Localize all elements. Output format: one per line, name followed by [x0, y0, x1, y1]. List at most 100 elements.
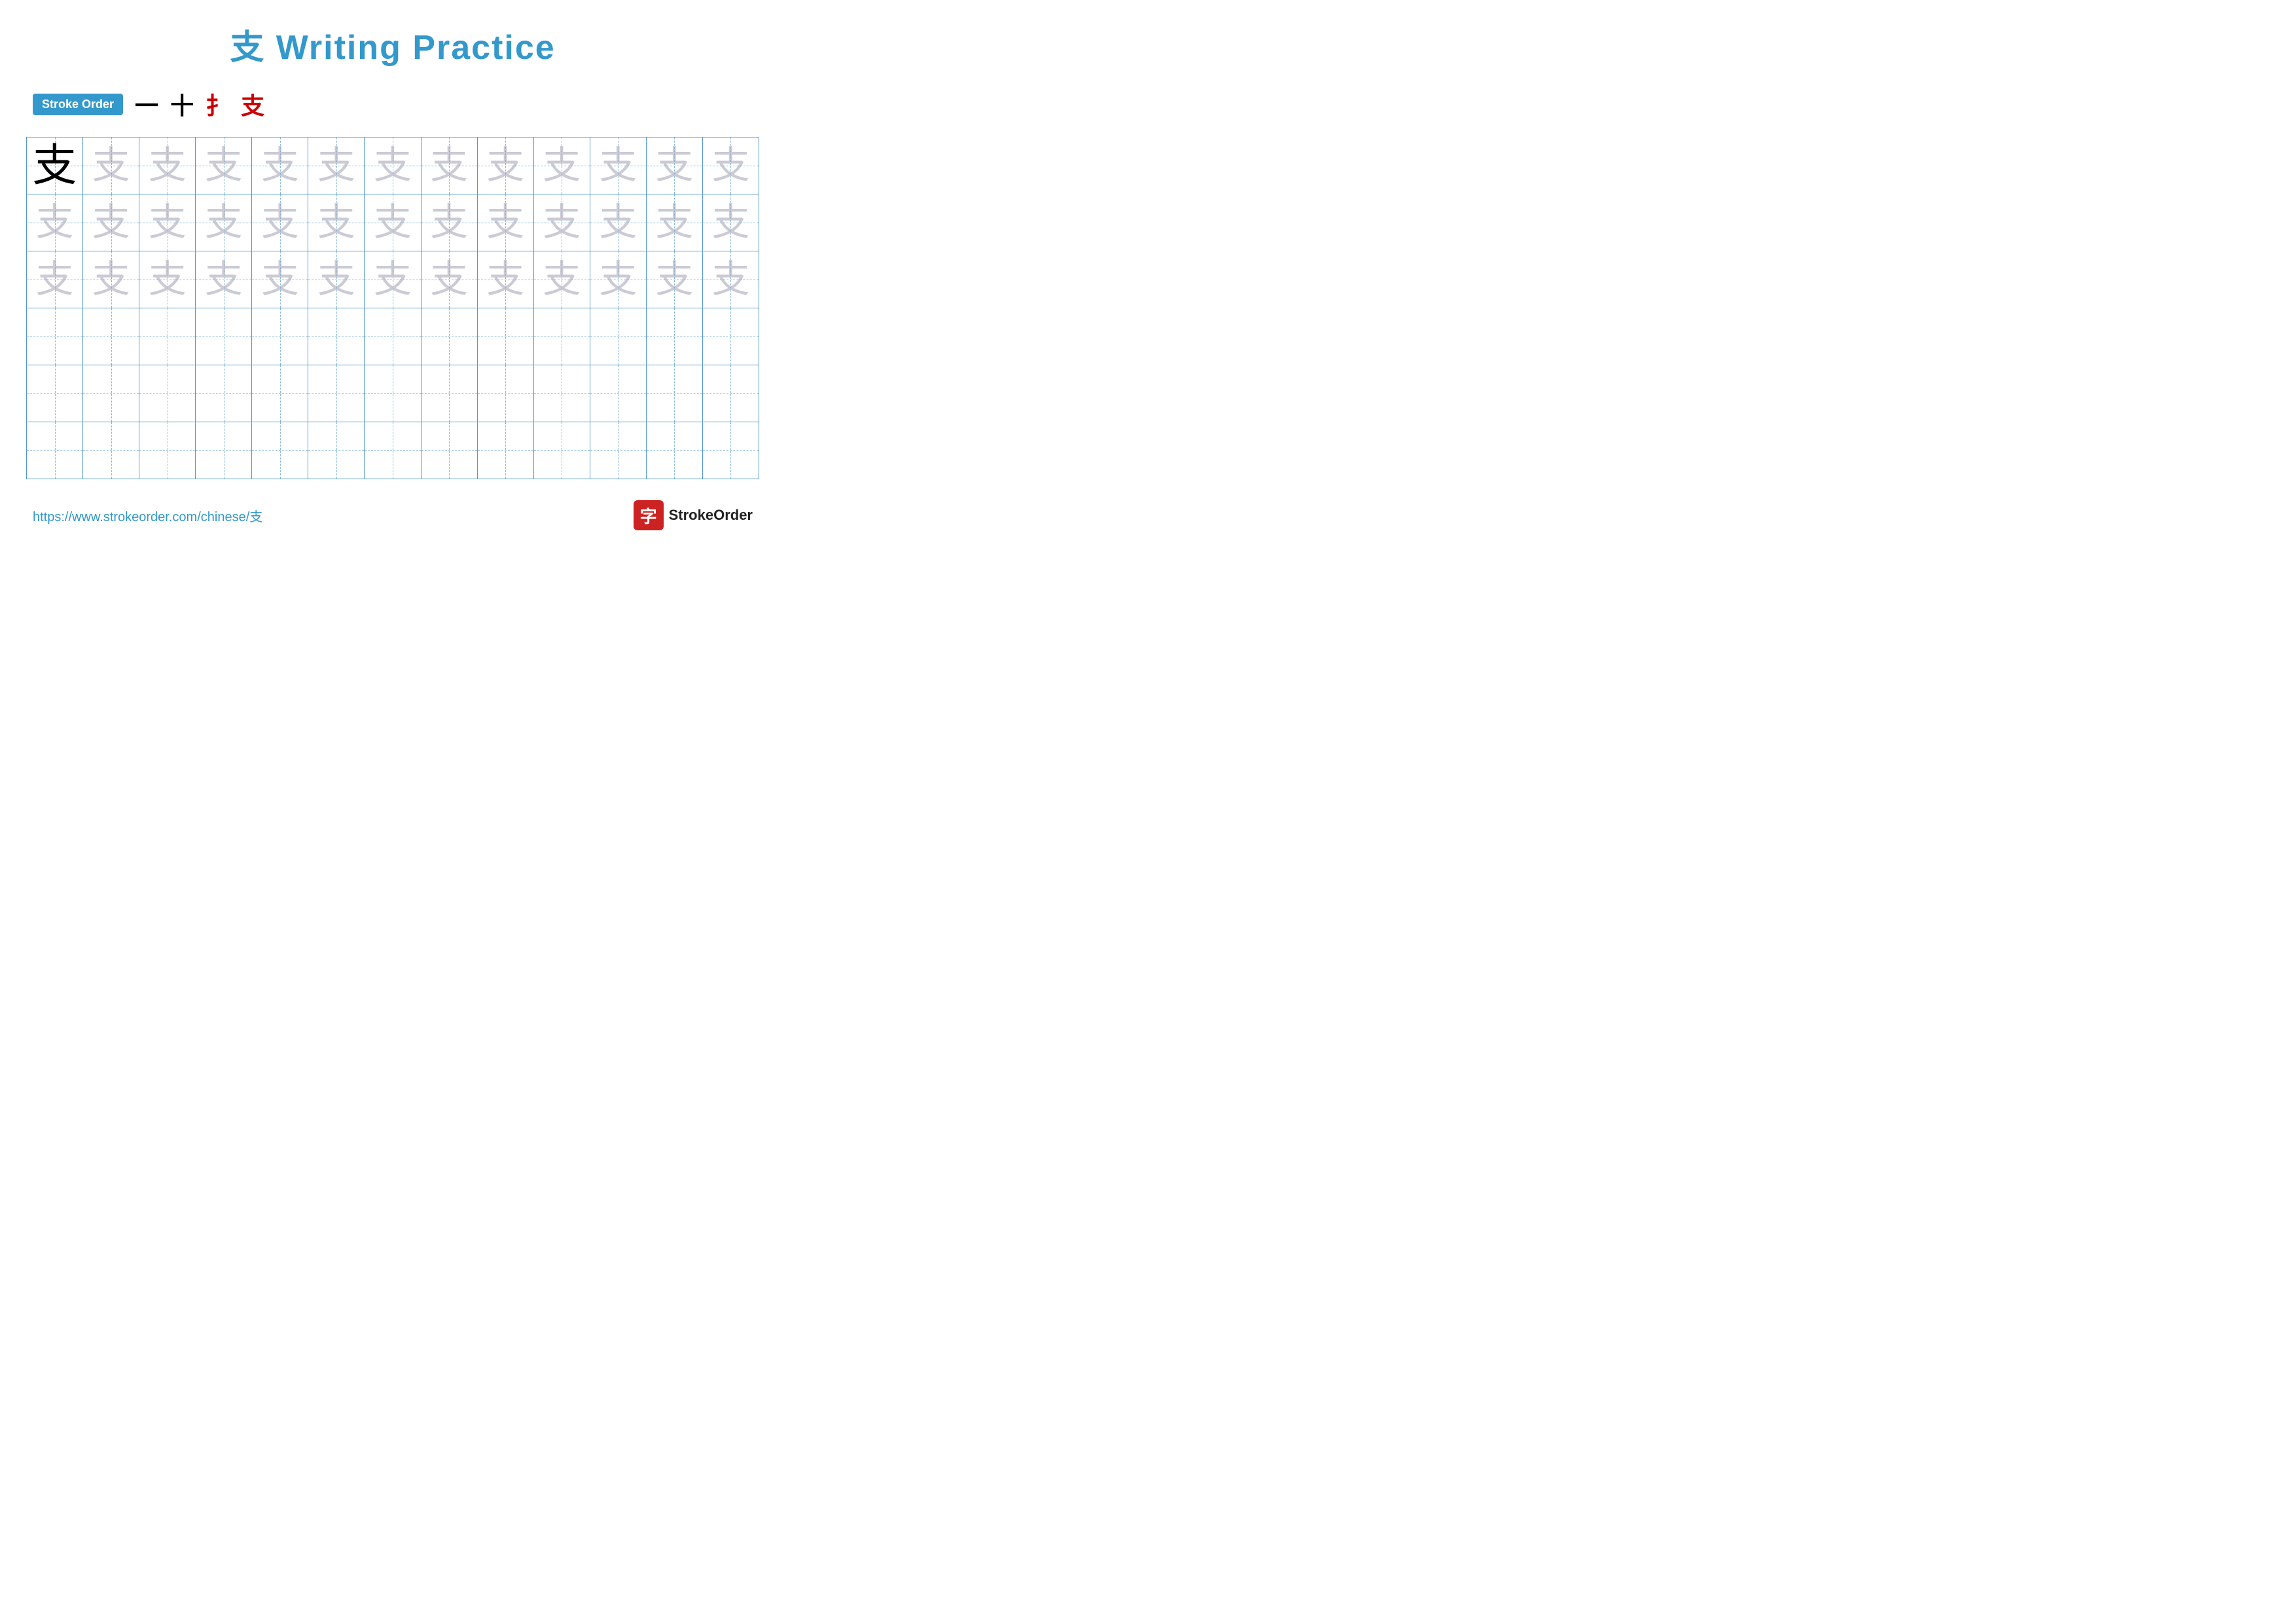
stroke-step-2: 十: [170, 87, 194, 121]
grid-cell-6-1[interactable]: [27, 422, 83, 479]
character-model: 支: [33, 143, 77, 188]
stroke-order-row: Stroke Order 一 十 扌 支: [26, 87, 759, 121]
grid-cell-4-5[interactable]: [252, 308, 308, 365]
character-faint: 支: [430, 204, 468, 242]
footer-url[interactable]: https://www.strokeorder.com/chinese/支: [33, 506, 262, 525]
grid-cell-5-7[interactable]: [365, 365, 421, 422]
grid-cell-5-1[interactable]: [27, 365, 83, 422]
grid-cell-4-4[interactable]: [196, 308, 252, 365]
character-faint: 支: [430, 147, 468, 185]
character-faint: 支: [486, 204, 524, 242]
character-faint: 支: [543, 261, 581, 299]
grid-cell-4-10[interactable]: [534, 308, 590, 365]
grid-cell-1-10: 支: [534, 137, 590, 194]
grid-cell-6-11[interactable]: [590, 422, 647, 479]
stroke-step-3: 扌: [206, 87, 229, 121]
grid-cell-3-3: 支: [139, 251, 196, 308]
character-faint: 支: [92, 147, 130, 185]
character-faint: 支: [261, 147, 299, 185]
grid-cell-2-11: 支: [590, 194, 647, 251]
character-faint: 支: [374, 147, 412, 185]
grid-cell-4-3[interactable]: [139, 308, 196, 365]
grid-cell-3-2: 支: [83, 251, 139, 308]
grid-cell-5-5[interactable]: [252, 365, 308, 422]
stroke-order-badge: Stroke Order: [33, 94, 123, 115]
grid-cell-5-4[interactable]: [196, 365, 252, 422]
character-faint: 支: [599, 204, 637, 242]
grid-cell-1-12: 支: [647, 137, 703, 194]
grid-cell-6-10[interactable]: [534, 422, 590, 479]
stroke-step-4: 支: [241, 87, 264, 121]
grid-cell-5-10[interactable]: [534, 365, 590, 422]
grid-cell-4-6[interactable]: [308, 308, 365, 365]
grid-cell-6-6[interactable]: [308, 422, 365, 479]
grid-cell-4-13[interactable]: [703, 308, 759, 365]
grid-cell-1-7: 支: [365, 137, 421, 194]
character-faint: 支: [430, 261, 468, 299]
character-faint: 支: [711, 204, 749, 242]
brand-icon: 字: [634, 500, 664, 530]
grid-cell-5-12[interactable]: [647, 365, 703, 422]
grid-cell-5-2[interactable]: [83, 365, 139, 422]
stroke-step-1: 一: [135, 87, 158, 121]
grid-cell-4-1[interactable]: [27, 308, 83, 365]
grid-cell-4-7[interactable]: [365, 308, 421, 365]
character-faint: 支: [655, 261, 693, 299]
grid-cell-6-12[interactable]: [647, 422, 703, 479]
character-faint: 支: [36, 204, 74, 242]
grid-cell-2-10: 支: [534, 194, 590, 251]
character-faint: 支: [261, 261, 299, 299]
character-faint: 支: [599, 147, 637, 185]
grid-cell-2-5: 支: [252, 194, 308, 251]
grid-cell-6-13[interactable]: [703, 422, 759, 479]
character-faint: 支: [655, 147, 693, 185]
grid-cell-2-8: 支: [422, 194, 478, 251]
grid-cell-6-7[interactable]: [365, 422, 421, 479]
character-faint: 支: [149, 147, 187, 185]
character-faint: 支: [205, 147, 243, 185]
grid-cell-4-2[interactable]: [83, 308, 139, 365]
brand-icon-char: 字: [640, 503, 657, 528]
grid-cell-1-3: 支: [139, 137, 196, 194]
grid-cell-2-12: 支: [647, 194, 703, 251]
grid-cell-5-3[interactable]: [139, 365, 196, 422]
grid-cell-3-10: 支: [534, 251, 590, 308]
grid-row-2: 支 支 支 支 支 支 支 支 支 支 支 支: [27, 194, 759, 251]
grid-cell-6-8[interactable]: [422, 422, 478, 479]
page-title: 支 Writing Practice: [26, 20, 759, 69]
character-faint: 支: [543, 147, 581, 185]
grid-cell-3-9: 支: [478, 251, 534, 308]
grid-cell-4-8[interactable]: [422, 308, 478, 365]
grid-cell-2-4: 支: [196, 194, 252, 251]
grid-cell-6-9[interactable]: [478, 422, 534, 479]
grid-cell-6-5[interactable]: [252, 422, 308, 479]
character-faint: 支: [486, 261, 524, 299]
grid-cell-3-11: 支: [590, 251, 647, 308]
grid-cell-1-11: 支: [590, 137, 647, 194]
grid-row-6: [27, 422, 759, 479]
grid-cell-5-6[interactable]: [308, 365, 365, 422]
character-faint: 支: [317, 204, 355, 242]
character-faint: 支: [317, 147, 355, 185]
grid-cell-5-13[interactable]: [703, 365, 759, 422]
grid-cell-4-12[interactable]: [647, 308, 703, 365]
grid-cell-4-9[interactable]: [478, 308, 534, 365]
grid-cell-6-3[interactable]: [139, 422, 196, 479]
grid-cell-3-5: 支: [252, 251, 308, 308]
grid-cell-1-13: 支: [703, 137, 759, 194]
grid-cell-6-4[interactable]: [196, 422, 252, 479]
footer-brand: 字 StrokeOrder: [634, 500, 753, 530]
grid-cell-5-11[interactable]: [590, 365, 647, 422]
grid-cell-6-2[interactable]: [83, 422, 139, 479]
grid-cell-2-9: 支: [478, 194, 534, 251]
character-faint: 支: [655, 204, 693, 242]
grid-cell-2-13: 支: [703, 194, 759, 251]
grid-cell-5-9[interactable]: [478, 365, 534, 422]
grid-cell-2-1: 支: [27, 194, 83, 251]
grid-cell-3-13: 支: [703, 251, 759, 308]
grid-cell-5-8[interactable]: [422, 365, 478, 422]
grid-cell-3-6: 支: [308, 251, 365, 308]
grid-cell-1-2: 支: [83, 137, 139, 194]
grid-cell-4-11[interactable]: [590, 308, 647, 365]
grid-cell-2-7: 支: [365, 194, 421, 251]
